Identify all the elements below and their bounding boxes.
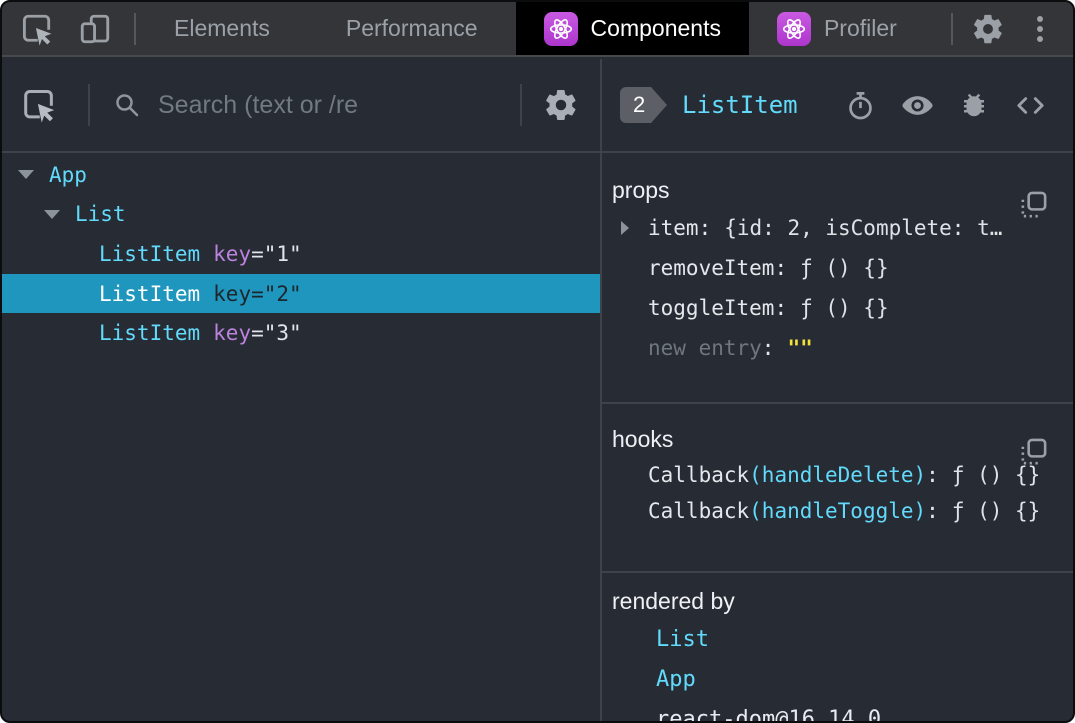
- inspect-cursor-icon: [20, 86, 58, 124]
- tree-node-list[interactable]: List: [2, 195, 600, 235]
- tab-label: Elements: [174, 15, 270, 41]
- component-name: ListItem: [99, 241, 201, 266]
- key-value: ="2": [251, 281, 302, 306]
- rendered-by-link-app[interactable]: App: [602, 659, 1073, 699]
- key-attribute: key: [213, 241, 252, 266]
- props-section-title: props: [612, 176, 670, 203]
- prop-row-removeitem[interactable]: removeItem: ƒ () {}: [602, 248, 1073, 288]
- prop-name: removeItem: [648, 256, 775, 280]
- hook-row-handledelete[interactable]: Callback (handleDelete): ƒ () {}: [602, 457, 1073, 493]
- details-pane: 2 ListItem props item: {id: 2, isComple…: [602, 59, 1073, 721]
- tab-elements[interactable]: Elements: [136, 2, 308, 55]
- expand-triangle-icon[interactable]: [621, 221, 629, 235]
- view-source-code-icon[interactable]: [1014, 89, 1047, 122]
- hook-fn-name: (handleToggle): [749, 499, 927, 523]
- prop-row-new-entry[interactable]: new entry: "": [602, 328, 1073, 368]
- hook-name: Callback: [648, 499, 750, 523]
- hook-fn-name: (handleDelete): [749, 463, 927, 487]
- colon: :: [774, 256, 788, 280]
- prop-row-toggleitem[interactable]: toggleItem: ƒ () {}: [602, 288, 1073, 328]
- inspect-element-button[interactable]: [18, 10, 56, 48]
- tree-node-listitem-1[interactable]: ListItem key ="1": [2, 234, 600, 274]
- tree-pane: App List ListItem key ="1" ListItem key …: [2, 59, 602, 721]
- new-entry-field[interactable]: new entry: [648, 336, 762, 360]
- key-attribute: key: [213, 321, 252, 346]
- tree-node-app[interactable]: App: [2, 155, 600, 195]
- tab-label: Components: [590, 15, 721, 41]
- react-atom-icon: [776, 11, 811, 46]
- prop-value: ƒ () {}: [800, 256, 889, 280]
- colon: :: [926, 463, 939, 487]
- selected-component-header: 2 ListItem: [602, 59, 1073, 153]
- gear-icon: [971, 12, 1005, 46]
- toolbar-divider: [520, 84, 522, 126]
- component-name: ListItem: [99, 321, 201, 346]
- tab-profiler[interactable]: Profiler: [749, 2, 925, 55]
- hook-name: Callback: [648, 463, 750, 487]
- tree-toolbar: [2, 59, 600, 153]
- rendered-by-link-list[interactable]: List: [602, 619, 1073, 659]
- hooks-section-title: hooks: [612, 425, 674, 452]
- selected-component-title: ListItem: [682, 91, 798, 119]
- more-options-button[interactable]: [1021, 10, 1059, 48]
- react-atom-icon: [543, 11, 578, 46]
- rendered-by-react-dom-version: react-dom@16.14.0: [656, 706, 882, 723]
- tree-node-listitem-2-selected[interactable]: ListItem key ="2": [2, 273, 600, 314]
- bug-log-icon[interactable]: [959, 90, 989, 120]
- search-icon: [112, 90, 142, 120]
- tab-label: Performance: [345, 15, 478, 41]
- collapse-triangle-icon[interactable]: [44, 209, 60, 219]
- inspect-cursor-icon: [19, 11, 55, 47]
- component-name: List: [75, 202, 126, 227]
- key-attribute: key: [213, 281, 252, 306]
- select-component-button[interactable]: [20, 86, 58, 124]
- hook-value: ƒ () {}: [951, 499, 1041, 523]
- colon: :: [698, 216, 712, 240]
- inspect-dom-eye-icon[interactable]: [901, 89, 934, 122]
- settings-button[interactable]: [969, 10, 1007, 48]
- prop-name: toggleItem: [648, 296, 775, 320]
- hooks-section: hooks Callback (handleDelete): ƒ () {} Ca…: [602, 421, 1073, 573]
- tab-components[interactable]: Components: [515, 2, 749, 55]
- owners-stack-badge[interactable]: 2: [620, 87, 667, 123]
- tree-settings-button[interactable]: [542, 86, 580, 124]
- component-name: ListItem: [99, 281, 201, 306]
- hook-row-handletoggle[interactable]: Callback (handleToggle): ƒ () {}: [602, 493, 1073, 529]
- toolbar-divider: [88, 84, 90, 126]
- tab-label: Profiler: [823, 15, 897, 41]
- prop-value: ƒ () {}: [800, 296, 889, 320]
- prop-row-item[interactable]: item: {id: 2, isComplete: t…: [602, 208, 1073, 248]
- components-panel: App List ListItem key ="1" ListItem key …: [2, 59, 1073, 721]
- props-section: props item: {id: 2, isComplete: t… remov…: [602, 172, 1073, 404]
- device-toolbar-button[interactable]: [76, 10, 114, 48]
- gear-icon: [543, 87, 579, 123]
- collapse-triangle-icon[interactable]: [18, 170, 34, 180]
- tab-performance[interactable]: Performance: [308, 2, 516, 55]
- device-toolbar-icon: [77, 11, 113, 47]
- component-tree: App List ListItem key ="1" ListItem key …: [2, 155, 600, 721]
- prop-value: {id: 2, isComplete: t…: [724, 216, 1003, 240]
- prop-name: item: [648, 216, 699, 240]
- suspend-stopwatch-icon[interactable]: [845, 90, 876, 121]
- search-input[interactable]: [156, 89, 520, 121]
- new-entry-value[interactable]: "": [787, 336, 812, 360]
- tabbar-divider: [951, 12, 953, 45]
- devtools-tabbar: Elements Performance Components Profiler: [2, 2, 1073, 57]
- devtools-window: Elements Performance Components Profiler…: [0, 0, 1075, 723]
- key-value: ="3": [251, 321, 302, 346]
- colon: :: [774, 296, 788, 320]
- kebab-menu-icon: [1025, 12, 1055, 46]
- rendered-by-title: rendered by: [612, 588, 735, 614]
- component-name: App: [49, 162, 87, 187]
- tree-node-listitem-3[interactable]: ListItem key ="3": [2, 313, 600, 353]
- hook-value: ƒ () {}: [951, 463, 1041, 487]
- colon: :: [761, 336, 775, 360]
- colon: :: [926, 499, 939, 523]
- key-value: ="1": [251, 241, 302, 266]
- rendered-by-section: rendered by List App react-dom@16.14.0: [602, 584, 1073, 723]
